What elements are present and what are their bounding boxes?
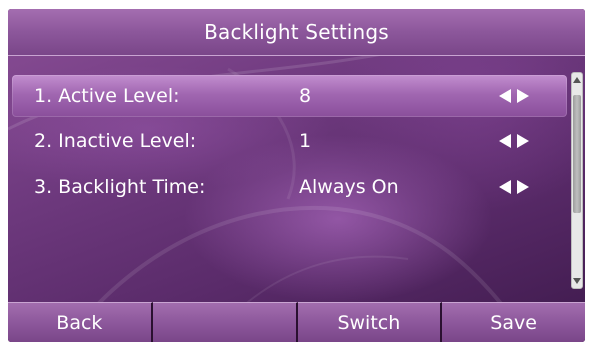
arrow-right-icon[interactable] [517, 89, 529, 103]
arrow-right-icon[interactable] [517, 180, 529, 194]
screen-title: Backlight Settings [204, 20, 389, 44]
softkey-bar: Back Switch Save [8, 302, 585, 342]
title-bar: Backlight Settings [8, 9, 585, 56]
value-arrows [499, 166, 529, 208]
arrow-left-icon[interactable] [499, 180, 511, 194]
setting-row-backlight-time[interactable]: 3. Backlight Time: Always On [12, 166, 567, 208]
back-button[interactable]: Back [8, 302, 153, 342]
save-button[interactable]: Save [442, 302, 585, 342]
scroll-down-icon[interactable] [573, 276, 581, 286]
setting-label: 3. Backlight Time: [34, 176, 206, 198]
setting-value: 8 [299, 85, 312, 107]
setting-value: Always On [299, 176, 399, 198]
empty-softkey[interactable] [152, 302, 298, 342]
phone-screen: Backlight Settings 1. Active Level: 8 2.… [8, 9, 585, 342]
scroll-up-icon[interactable] [573, 75, 581, 85]
setting-label: 1. Active Level: [34, 85, 180, 107]
setting-row-active-level[interactable]: 1. Active Level: 8 [12, 75, 567, 117]
arrow-right-icon[interactable] [517, 134, 529, 148]
value-arrows [499, 120, 529, 162]
arrow-left-icon[interactable] [499, 89, 511, 103]
switch-button[interactable]: Switch [297, 302, 443, 342]
arrow-left-icon[interactable] [499, 134, 511, 148]
setting-value: 1 [299, 130, 312, 152]
scrollbar[interactable] [571, 72, 583, 289]
phone-bezel: Backlight Settings 1. Active Level: 8 2.… [0, 0, 591, 347]
setting-row-inactive-level[interactable]: 2. Inactive Level: 1 [12, 120, 567, 162]
scrollbar-thumb[interactable] [573, 95, 581, 213]
setting-label: 2. Inactive Level: [34, 130, 197, 152]
value-arrows [499, 75, 529, 117]
